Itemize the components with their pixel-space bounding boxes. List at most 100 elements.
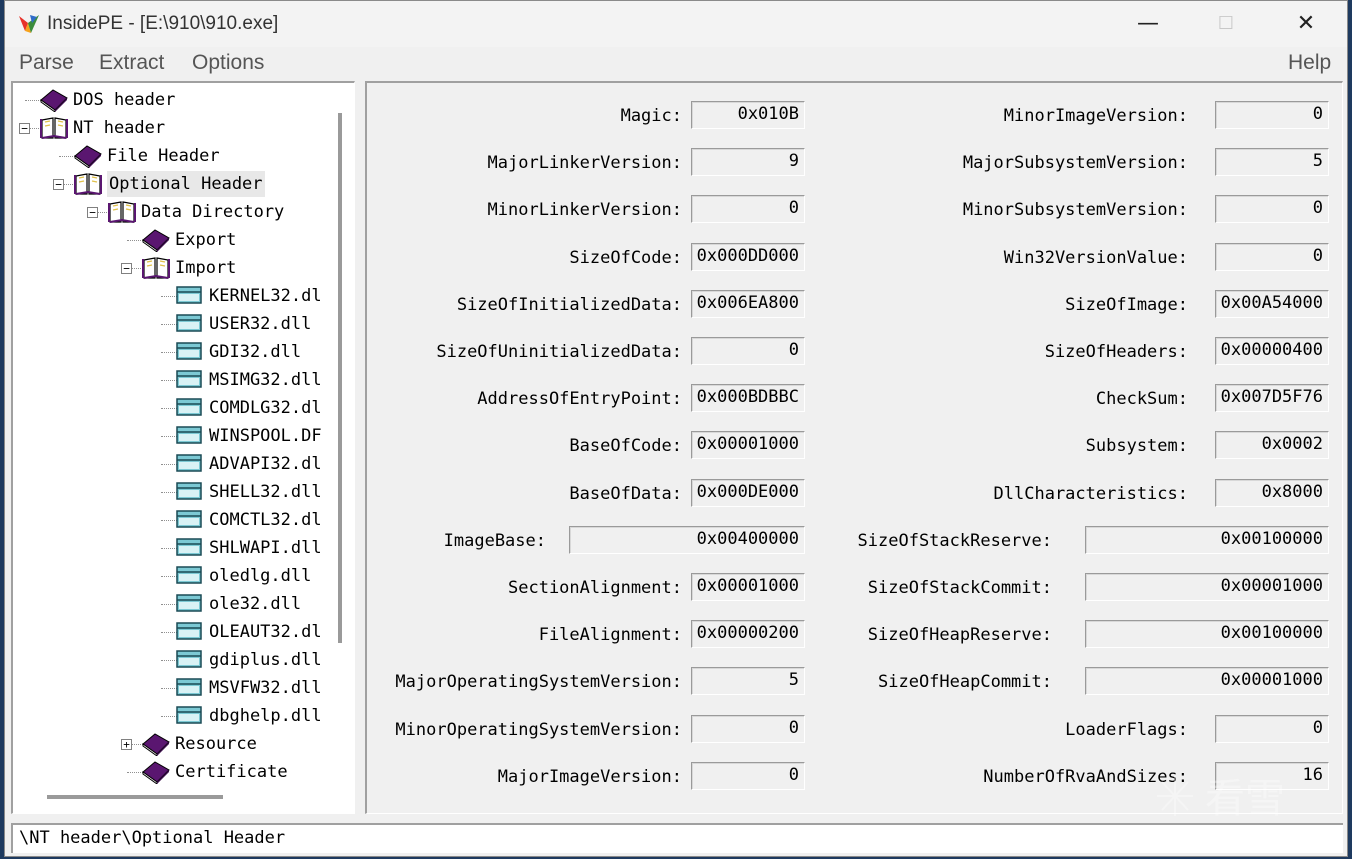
left-field-value[interactable]: 0x010B <box>691 101 805 129</box>
left-field-label: MajorLinkerVersion: <box>487 153 682 173</box>
right-field-value[interactable]: 5 <box>1215 148 1329 176</box>
menu-extract[interactable]: Extract <box>99 51 164 75</box>
optional-header-panel: Magic: 0x010B MajorLinkerVersion: 9 MinorLin… <box>365 81 1343 814</box>
tree-item[interactable]: USER32.dll <box>13 311 343 337</box>
left-field-label: ImageBase: <box>443 531 546 551</box>
tree-item[interactable]: KERNEL32.dl <box>13 283 343 309</box>
tree-item[interactable]: dbghelp.dll <box>13 703 343 729</box>
right-field-value[interactable]: 0 <box>1215 715 1329 743</box>
expand-icon[interactable]: + <box>121 739 132 750</box>
page-icon <box>176 426 202 444</box>
tree-item-label: Resource <box>175 734 257 754</box>
right-field-value[interactable]: 0x00100000 <box>1085 526 1329 554</box>
left-field-value[interactable]: 0x00001000 <box>691 573 805 601</box>
tree-item[interactable]: File Header <box>13 143 343 169</box>
tree-item[interactable]: oledlg.dll <box>13 563 343 589</box>
left-field-value[interactable]: 0x00001000 <box>691 431 805 459</box>
menu-help[interactable]: Help <box>1288 51 1331 75</box>
left-field-value[interactable]: 0 <box>691 337 805 365</box>
tree-item[interactable]: MSIMG32.dll <box>13 367 343 393</box>
left-field-label: SizeOfInitializedData: <box>456 295 682 315</box>
title-bar[interactable]: InsidePE - [E:\910\910.exe] — ☐ ✕ <box>5 1 1347 47</box>
tree-item[interactable]: − Data Directory <box>13 199 343 225</box>
right-field-value[interactable]: 0 <box>1215 243 1329 271</box>
tree-view[interactable]: DOS header − NT header File Header − Optional… <box>11 81 355 814</box>
tree-item[interactable]: OLEAUT32.dl <box>13 619 343 645</box>
book-icon <box>142 761 170 784</box>
tree-item-label: OLEAUT32.dl <box>209 622 322 642</box>
left-field-value[interactable]: 0 <box>691 715 805 743</box>
app-window: InsidePE - [E:\910\910.exe] — ☐ ✕ Parse … <box>4 0 1348 857</box>
tree-item-label: WINSPOOL.DF <box>209 426 322 446</box>
left-field-value[interactable]: 0x006EA800 <box>691 290 805 318</box>
tree-item[interactable]: + Resource <box>13 731 343 757</box>
book-icon <box>74 145 102 168</box>
tree-item[interactable]: Certificate <box>13 759 343 785</box>
tree-item[interactable]: WINSPOOL.DF <box>13 423 343 449</box>
menu-parse[interactable]: Parse <box>19 51 74 75</box>
tree-item[interactable]: − NT header <box>13 115 343 141</box>
page-icon <box>176 594 202 612</box>
tree-item[interactable]: GDI32.dll <box>13 339 343 365</box>
tree-item[interactable]: gdiplus.dll <box>13 647 343 673</box>
right-field-label: SizeOfStackCommit: <box>867 578 1052 598</box>
left-field-value[interactable]: 0x00400000 <box>569 526 805 554</box>
tree-item[interactable]: MSVFW32.dll <box>13 675 343 701</box>
left-field-value[interactable]: 0 <box>691 195 805 223</box>
tree-item[interactable]: COMDLG32.dl <box>13 395 343 421</box>
left-field-label: SizeOfCode: <box>569 248 682 268</box>
left-field-label: BaseOfData: <box>569 484 682 504</box>
minimize-button[interactable]: — <box>1113 1 1183 47</box>
tree-item[interactable]: SHELL32.dll <box>13 479 343 505</box>
right-field-value[interactable]: 0x00001000 <box>1085 573 1329 601</box>
right-field-value[interactable]: 0x0002 <box>1215 431 1329 459</box>
tree-item[interactable]: ole32.dll <box>13 591 343 617</box>
left-field-label: Magic: <box>620 106 682 126</box>
left-field-value[interactable]: 0x000BDBBC <box>691 384 805 412</box>
left-field-value[interactable]: 9 <box>691 148 805 176</box>
tree-item-label: MSVFW32.dll <box>209 678 322 698</box>
left-field-value[interactable]: 0 <box>691 762 805 790</box>
collapse-icon[interactable]: − <box>19 123 30 134</box>
left-field-value[interactable]: 5 <box>691 667 805 695</box>
right-field-value[interactable]: 0x00A54000 <box>1215 290 1329 318</box>
close-button[interactable]: ✕ <box>1271 1 1341 47</box>
right-field-value[interactable]: 0x00001000 <box>1085 667 1329 695</box>
tree-item[interactable]: − Import <box>13 255 343 281</box>
left-field-label: MinorLinkerVersion: <box>487 200 682 220</box>
right-field-value[interactable]: 0x00000400 <box>1215 337 1329 365</box>
right-field-label: SizeOfHeapReserve: <box>867 625 1052 645</box>
tree-item-label: File Header <box>107 146 220 166</box>
right-field-value[interactable]: 0 <box>1215 195 1329 223</box>
right-field-value[interactable]: 0x007D5F76 <box>1215 384 1329 412</box>
book-icon <box>40 89 68 112</box>
menu-options[interactable]: Options <box>192 51 264 75</box>
right-field-value[interactable]: 0x00100000 <box>1085 620 1329 648</box>
kanxue-watermark-icon: 看雪 <box>1157 776 1285 822</box>
collapse-icon[interactable]: − <box>53 179 64 190</box>
left-field-label: MinorOperatingSystemVersion: <box>395 720 682 740</box>
right-field-value[interactable]: 0 <box>1215 101 1329 129</box>
menu-bar: Parse Extract Options Help <box>5 47 1347 79</box>
tree-item[interactable]: SHLWAPI.dll <box>13 535 343 561</box>
left-field-value[interactable]: 0x000DD000 <box>691 243 805 271</box>
page-icon <box>176 622 202 640</box>
collapse-icon[interactable]: − <box>121 263 132 274</box>
left-field-value[interactable]: 0x00000200 <box>691 620 805 648</box>
tree-item[interactable]: Export <box>13 227 343 253</box>
tree-item[interactable]: ADVAPI32.dl <box>13 451 343 477</box>
page-icon <box>176 286 202 304</box>
tree-item-label: gdiplus.dll <box>209 650 322 670</box>
collapse-icon[interactable]: − <box>87 207 98 218</box>
page-icon <box>176 510 202 528</box>
horizontal-scrollbar[interactable] <box>47 795 223 799</box>
maximize-button[interactable]: ☐ <box>1191 1 1261 47</box>
open-book-icon <box>108 201 136 223</box>
open-book-icon <box>142 257 170 279</box>
tree-item[interactable]: COMCTL32.dl <box>13 507 343 533</box>
left-field-value[interactable]: 0x000DE000 <box>691 479 805 507</box>
tree-item-label: SHELL32.dll <box>209 482 322 502</box>
tree-item[interactable]: − Optional Header <box>13 171 343 197</box>
right-field-value[interactable]: 0x8000 <box>1215 479 1329 507</box>
tree-item[interactable]: DOS header <box>13 87 343 113</box>
